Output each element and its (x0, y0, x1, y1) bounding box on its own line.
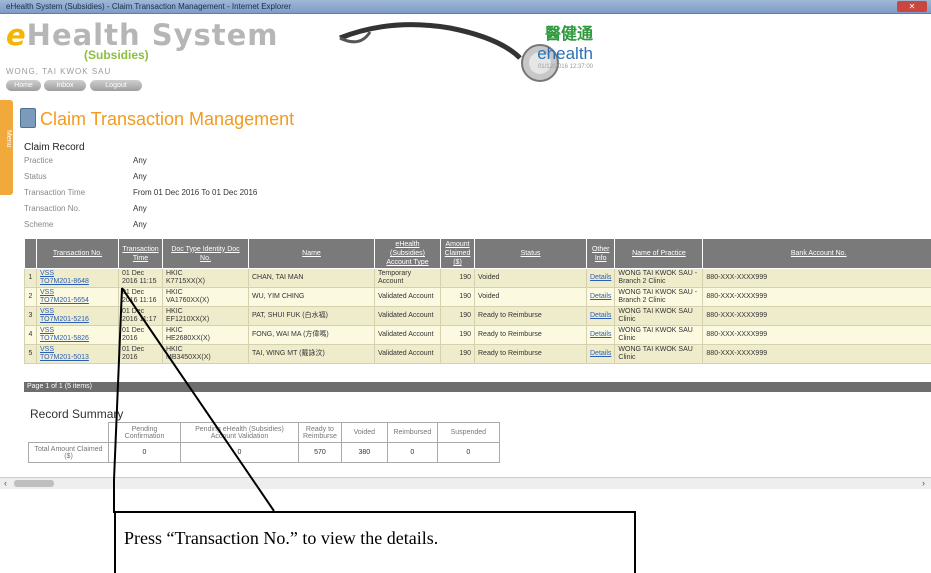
criteria-value: Any (133, 156, 147, 165)
col-status[interactable]: Status (474, 238, 587, 269)
criteria-value: Any (133, 204, 147, 213)
window-titlebar: eHealth System (Subsidies) - Claim Trans… (0, 0, 931, 14)
claim-record-heading: Claim Record (24, 142, 85, 153)
window-title: eHealth System (Subsidies) - Claim Trans… (6, 2, 292, 11)
col-index (24, 238, 37, 269)
logout-button[interactable]: Logout (90, 80, 142, 91)
criteria-label: Practice (24, 156, 53, 165)
col-account-type[interactable]: eHealth (Subsidies) Account Type (374, 238, 441, 269)
col-practice[interactable]: Name of Practice (614, 238, 704, 269)
table-row: 2 VSS TO7M201-5654 01 Dec 2016 11:16 HKIC… (24, 287, 931, 307)
details-link[interactable]: Details (585, 306, 616, 326)
details-link[interactable]: Details (585, 268, 616, 288)
page-title: Claim Transaction Management (40, 109, 295, 129)
transaction-no-link[interactable]: VSS TO7M201-5216 (36, 306, 119, 326)
horizontal-scrollbar[interactable]: ‹ › (0, 477, 931, 489)
summary-header-row: Pending Confirmation Pending eHealth (Su… (28, 422, 500, 443)
criteria-label: Transaction No. (24, 204, 81, 213)
close-icon[interactable]: ✕ (897, 1, 927, 12)
record-summary-title: Record Summary (30, 407, 124, 421)
transaction-no-link[interactable]: VSS TO7M201-5654 (36, 287, 119, 307)
col-bank-account[interactable]: Bank Account No. (702, 238, 931, 269)
table-row: 3 VSS TO7M201-5216 01 Dec 2016 11:17 HKIC… (24, 306, 931, 326)
home-button[interactable]: Home (6, 80, 41, 91)
criteria-value: Any (133, 220, 147, 229)
scroll-right-icon[interactable]: › (922, 478, 925, 488)
table-row: 1 VSS TO7M201-8648 01 Dec 2016 11:15 HKIC… (24, 268, 931, 288)
logo-subtitle: (Subsidies) (84, 48, 149, 62)
details-link[interactable]: Details (585, 287, 616, 307)
instruction-callout: Press “Transaction No.” to view the deta… (114, 511, 636, 573)
details-link[interactable]: Details (585, 344, 616, 364)
scroll-left-icon[interactable]: ‹ (4, 478, 7, 488)
criteria-value: Any (133, 172, 147, 181)
claim-document-icon (20, 108, 36, 128)
details-link[interactable]: Details (585, 325, 616, 345)
ehealth-brand-logo: 醫健通 ehealth 01/12/2016 12:37:00 (523, 20, 593, 70)
criteria-value: From 01 Dec 2016 To 01 Dec 2016 (133, 188, 258, 197)
col-name[interactable]: Name (248, 238, 375, 269)
col-transaction-no[interactable]: Transaction No. (36, 238, 119, 269)
col-amount[interactable]: Amount Claimed ($) (440, 238, 475, 269)
side-menu-tab[interactable]: Menu (0, 100, 13, 195)
criteria-label: Scheme (24, 220, 54, 229)
scrollbar-thumb[interactable] (14, 480, 54, 487)
col-transaction-time[interactable]: Transaction Time (118, 238, 163, 269)
criteria-label: Transaction Time (24, 188, 86, 197)
transaction-no-link[interactable]: VSS TO7M201-5013 (36, 344, 119, 364)
transaction-no-link[interactable]: VSS TO7M201-8648 (36, 268, 119, 288)
transaction-table: Transaction No. Transaction Time Doc Typ… (24, 238, 931, 364)
table-row: 5 VSS TO7M201-5013 01 Dec 2016 HKIC MB3450… (24, 344, 931, 364)
table-header-row: Transaction No. Transaction Time Doc Typ… (24, 238, 931, 269)
inbox-button[interactable]: Inbox (44, 80, 86, 91)
criteria-label: Status (24, 172, 47, 181)
summary-total-row: Total Amount Claimed ($) 0 0 570 380 0 0 (28, 442, 500, 463)
ehealth-system-logo: eHealth System (6, 18, 279, 52)
table-row: 4 VSS TO7M201-5826 01 Dec 2016 HKIC HE2680… (24, 325, 931, 345)
callout-text: Press “Transaction No.” to view the deta… (124, 528, 439, 548)
transaction-no-link[interactable]: VSS TO7M201-5826 (36, 325, 119, 345)
table-pager: Page 1 of 1 (5 items) (24, 382, 931, 392)
user-name: WONG, TAI KWOK SAU (6, 67, 112, 76)
record-summary-table: Pending Confirmation Pending eHealth (Su… (28, 422, 500, 463)
header-datetime: 01/12/2016 12:37:00 (537, 64, 593, 70)
col-other-info: Other Info (585, 238, 616, 269)
col-doc-type[interactable]: Doc Type Identity Doc No. (162, 238, 249, 269)
